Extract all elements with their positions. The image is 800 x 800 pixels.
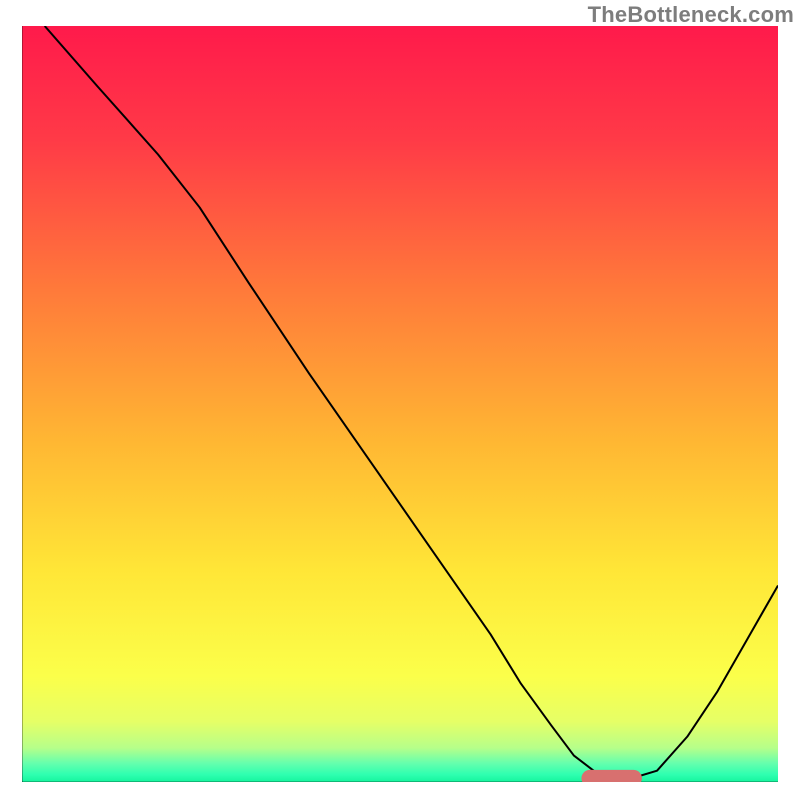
page-root: TheBottleneck.com [0, 0, 800, 800]
chart-background [22, 26, 778, 782]
bottleneck-chart [22, 26, 778, 782]
optimal-range-marker [581, 770, 641, 782]
site-watermark: TheBottleneck.com [588, 2, 794, 28]
chart-svg [22, 26, 778, 782]
